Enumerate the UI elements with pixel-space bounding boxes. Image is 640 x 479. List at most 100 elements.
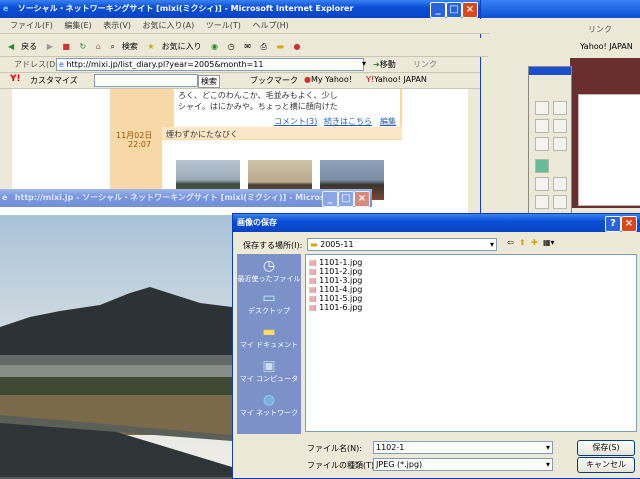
folder-icon[interactable]: ▬	[276, 42, 284, 51]
filetype-select[interactable]: JPEG (*.jpg) ▾	[373, 458, 553, 471]
refresh-icon[interactable]: ↻	[80, 42, 87, 51]
home-icon[interactable]: ⌂	[96, 42, 101, 51]
network-icon: ◍	[262, 392, 276, 408]
close-button[interactable]: ×	[462, 2, 478, 18]
comment-link[interactable]: コメント(3)	[274, 116, 317, 127]
pointer-tool-icon[interactable]	[553, 101, 567, 115]
menu-tools[interactable]: ツール(T)	[206, 21, 241, 30]
history-icon[interactable]: ◷	[228, 42, 235, 51]
save-button[interactable]: 保存(S)	[577, 440, 635, 456]
file-list[interactable]: ▤ 1101-1.jpg ▤ 1101-2.jpg ▤ 1101-3.jpg ▤…	[305, 254, 637, 432]
maximize-button[interactable]: □	[446, 2, 462, 18]
favorites-icon[interactable]: ★	[147, 42, 154, 51]
dialog-title-bar[interactable]: 画像の保存 ? ×	[233, 214, 640, 232]
close-button[interactable]: ×	[354, 191, 370, 207]
address-label: アドレス(D)	[14, 60, 59, 69]
back-folder-icon[interactable]: ⇦	[507, 238, 514, 247]
filetype-label: ファイルの種類(T):	[307, 461, 377, 470]
minimize-button[interactable]: _	[430, 2, 446, 18]
list-item[interactable]: ▤ 1101-1.jpg	[309, 258, 362, 267]
places-recent[interactable]: ◷ 最近使ったファイル	[237, 258, 301, 284]
places-computer[interactable]: ▣ マイ コンピュータ	[237, 358, 301, 384]
list-item[interactable]: ▤ 1101-5.jpg	[309, 294, 362, 303]
forward-icon[interactable]: ▶	[47, 42, 53, 51]
cancel-button[interactable]: キャンセル	[577, 457, 635, 473]
customize-button[interactable]: カスタマイズ	[30, 75, 78, 86]
ie-title-bar[interactable]: e ソーシャル・ネットワーキングサイト [mixi(ミクシィ)] - Micro…	[0, 0, 480, 18]
menu-bar: ファイル(F) 編集(E) 表示(V) お気に入り(A) ツール(T) ヘルプ(…	[0, 19, 490, 34]
frame-tool-icon[interactable]	[535, 195, 549, 209]
diary-text-line: ろく、どこのわんこか、毛並みもよく、少し	[178, 91, 338, 100]
search-icon[interactable]: ⌕	[110, 42, 114, 51]
address-dropdown-icon[interactable]: ▾	[362, 59, 366, 68]
mail-icon[interactable]: ✉	[244, 42, 251, 51]
go-button[interactable]: ➜移動	[373, 59, 396, 70]
menu-favorites[interactable]: お気に入り(A)	[143, 21, 195, 30]
print-icon[interactable]: ⎙	[260, 42, 266, 51]
stop-icon[interactable]: ■	[62, 42, 70, 51]
entry-time: 22:07	[128, 140, 152, 149]
photo-title-text: http://mixi.jp - ソーシャル・ネットワーキングサイト [mixi…	[14, 193, 334, 202]
more-link[interactable]: 続きはこちら	[324, 116, 372, 127]
list-item[interactable]: ▤ 1101-4.jpg	[309, 285, 362, 294]
layer-tool-icon[interactable]	[535, 177, 549, 191]
crop-tool-icon[interactable]	[535, 119, 549, 133]
save-in-dropdown[interactable]: ▬ 2005-11 ▾	[307, 238, 497, 251]
filename-dropdown-icon[interactable]: ▾	[546, 442, 550, 453]
photo-title-bar[interactable]: e http://mixi.jp - ソーシャル・ネットワーキングサイト [mi…	[0, 189, 372, 207]
select-tool-icon[interactable]	[535, 101, 549, 115]
places-bar: ◷ 最近使ったファイル ▭ デスクトップ ▬ マイ ドキュメント ▣ マイ コン…	[237, 254, 301, 434]
jpg-file-icon: ▤	[309, 267, 317, 276]
bg-links-label[interactable]: リンク	[588, 24, 612, 35]
places-desktop[interactable]: ▭ デスクトップ	[237, 290, 301, 316]
yahoo-japan-button[interactable]: Y!Yahoo! JAPAN	[366, 75, 427, 84]
bookmark-button[interactable]: ブックマーク	[250, 75, 298, 86]
back-icon[interactable]: ◀	[8, 42, 14, 51]
grid-tool-icon[interactable]	[553, 177, 567, 191]
menu-view[interactable]: 表示(V)	[103, 21, 131, 30]
media-icon[interactable]: ◉	[211, 42, 218, 51]
new-folder-icon[interactable]: ✚	[531, 238, 538, 247]
hand-tool-icon[interactable]	[535, 137, 549, 151]
favorites-button[interactable]: お気に入り	[162, 42, 202, 51]
yahoo-toolbar: Y! カスタマイズ 検索 ブックマーク ●My Yahoo! Y!Yahoo! …	[0, 73, 480, 89]
list-tool-icon[interactable]	[553, 195, 567, 209]
minimize-button[interactable]: _	[322, 191, 338, 207]
tool-palette	[528, 66, 572, 218]
zoom-tool-icon[interactable]	[553, 137, 567, 151]
chevron-down-icon: ▾	[545, 460, 550, 469]
brush-tool-icon[interactable]	[553, 119, 567, 133]
list-item[interactable]: ▤ 1101-3.jpg	[309, 276, 362, 285]
jpg-file-icon: ▤	[309, 303, 317, 312]
menu-edit[interactable]: 編集(E)	[64, 21, 91, 30]
menu-help[interactable]: ヘルプ(H)	[252, 21, 288, 30]
view-menu-icon[interactable]: ▦▾	[543, 238, 555, 247]
page-icon: e	[59, 60, 64, 69]
places-documents[interactable]: ▬ マイ ドキュメント	[237, 324, 301, 350]
my-yahoo-button[interactable]: ●My Yahoo!	[304, 75, 352, 84]
help-button[interactable]: ?	[605, 216, 621, 232]
computer-icon: ▣	[262, 358, 276, 374]
yahoo-search-button[interactable]: 検索	[198, 75, 220, 88]
places-network[interactable]: ◍ マイ ネットワーク	[237, 392, 301, 418]
up-folder-icon[interactable]: ⬆	[519, 238, 526, 247]
edit-link[interactable]: 編集	[380, 116, 396, 127]
ie-logo-icon: e	[2, 193, 8, 202]
yahoo-search-input[interactable]	[94, 74, 198, 87]
messenger-icon[interactable]: ●	[294, 42, 301, 51]
filename-input[interactable]: 1102-1 ▾	[373, 441, 553, 454]
mountain-photo[interactable]	[0, 215, 232, 477]
bg-yahoo-japan[interactable]: Yahoo! JAPAN	[580, 42, 633, 51]
save-dialog: 画像の保存 ? × 保存する場所(I): ▬ 2005-11 ▾ ⇦ ⬆ ✚ ▦…	[232, 213, 640, 479]
menu-file[interactable]: ファイル(F)	[10, 21, 53, 30]
address-input[interactable]: e http://mixi.jp/list_diary.pl?year=2005…	[56, 58, 364, 71]
color-tool-icon[interactable]	[535, 159, 549, 173]
close-button[interactable]: ×	[621, 216, 637, 232]
back-button[interactable]: 戻る	[21, 42, 37, 51]
maximize-button[interactable]: □	[338, 191, 354, 207]
ie-title-text: ソーシャル・ネットワーキングサイト [mixi(ミクシィ)] - Microso…	[17, 4, 354, 13]
list-item[interactable]: ▤ 1101-6.jpg	[309, 303, 362, 312]
links-label[interactable]: リンク	[413, 59, 437, 70]
search-button[interactable]: 検索	[122, 42, 138, 51]
list-item[interactable]: ▤ 1101-2.jpg	[309, 267, 362, 276]
